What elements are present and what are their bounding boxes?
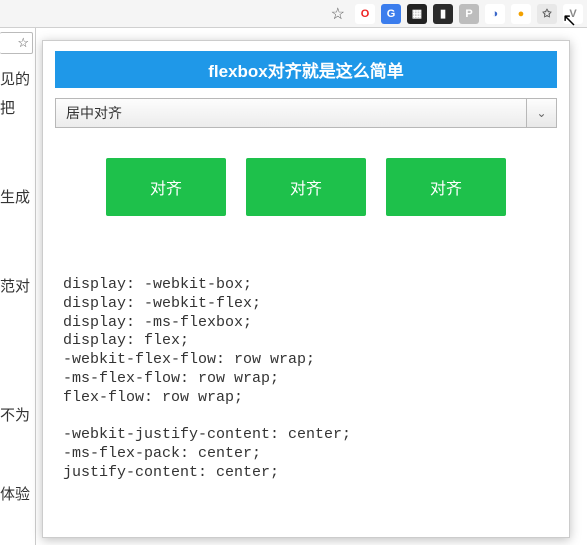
address-bar-fragment[interactable]: ☆ [0, 32, 33, 54]
side-text: 体验 [0, 479, 35, 508]
demo-button[interactable]: 对齐 [106, 158, 226, 216]
side-text: 见的 [0, 64, 35, 93]
page-left-fragment: ☆ 见的 把 生成 范对 不为 体验 [0, 28, 36, 545]
flex-demo-area: 对齐 对齐 对齐 [55, 158, 557, 216]
p-icon[interactable]: P [459, 4, 479, 24]
chevron-down-icon[interactable]: ⌄ [527, 98, 557, 128]
side-text: 范对 [0, 271, 35, 300]
opera-icon[interactable]: O [355, 4, 375, 24]
demo-button[interactable]: 对齐 [246, 158, 366, 216]
alignment-select[interactable]: 居中对齐 ⌄ [55, 98, 557, 128]
side-text: 生成 [0, 182, 35, 211]
moon-icon[interactable]: ◑ [485, 4, 505, 24]
circle-icon[interactable]: ● [511, 4, 531, 24]
qr-icon[interactable]: ▦ [407, 4, 427, 24]
v-icon[interactable]: V [563, 4, 583, 24]
bookmark-star-icon[interactable]: ☆ [331, 4, 345, 24]
generated-css-code: display: -webkit-box; display: -webkit-f… [55, 276, 557, 482]
browser-toolbar: ☆ O G ▦ ▮ P ◑ ● ✩ V ↖ [0, 0, 587, 28]
popup-title: flexbox对齐就是这么简单 [55, 51, 557, 88]
cat-icon[interactable]: ▮ [433, 4, 453, 24]
side-text: 把 [0, 93, 35, 122]
side-text: 不为 [0, 400, 35, 429]
translate-icon[interactable]: G [381, 4, 401, 24]
demo-button[interactable]: 对齐 [386, 158, 506, 216]
extension-popup: flexbox对齐就是这么简单 居中对齐 ⌄ 对齐 对齐 对齐 display:… [42, 40, 570, 538]
ext-star-icon[interactable]: ✩ [537, 4, 557, 24]
alignment-select-value[interactable]: 居中对齐 [55, 98, 527, 128]
